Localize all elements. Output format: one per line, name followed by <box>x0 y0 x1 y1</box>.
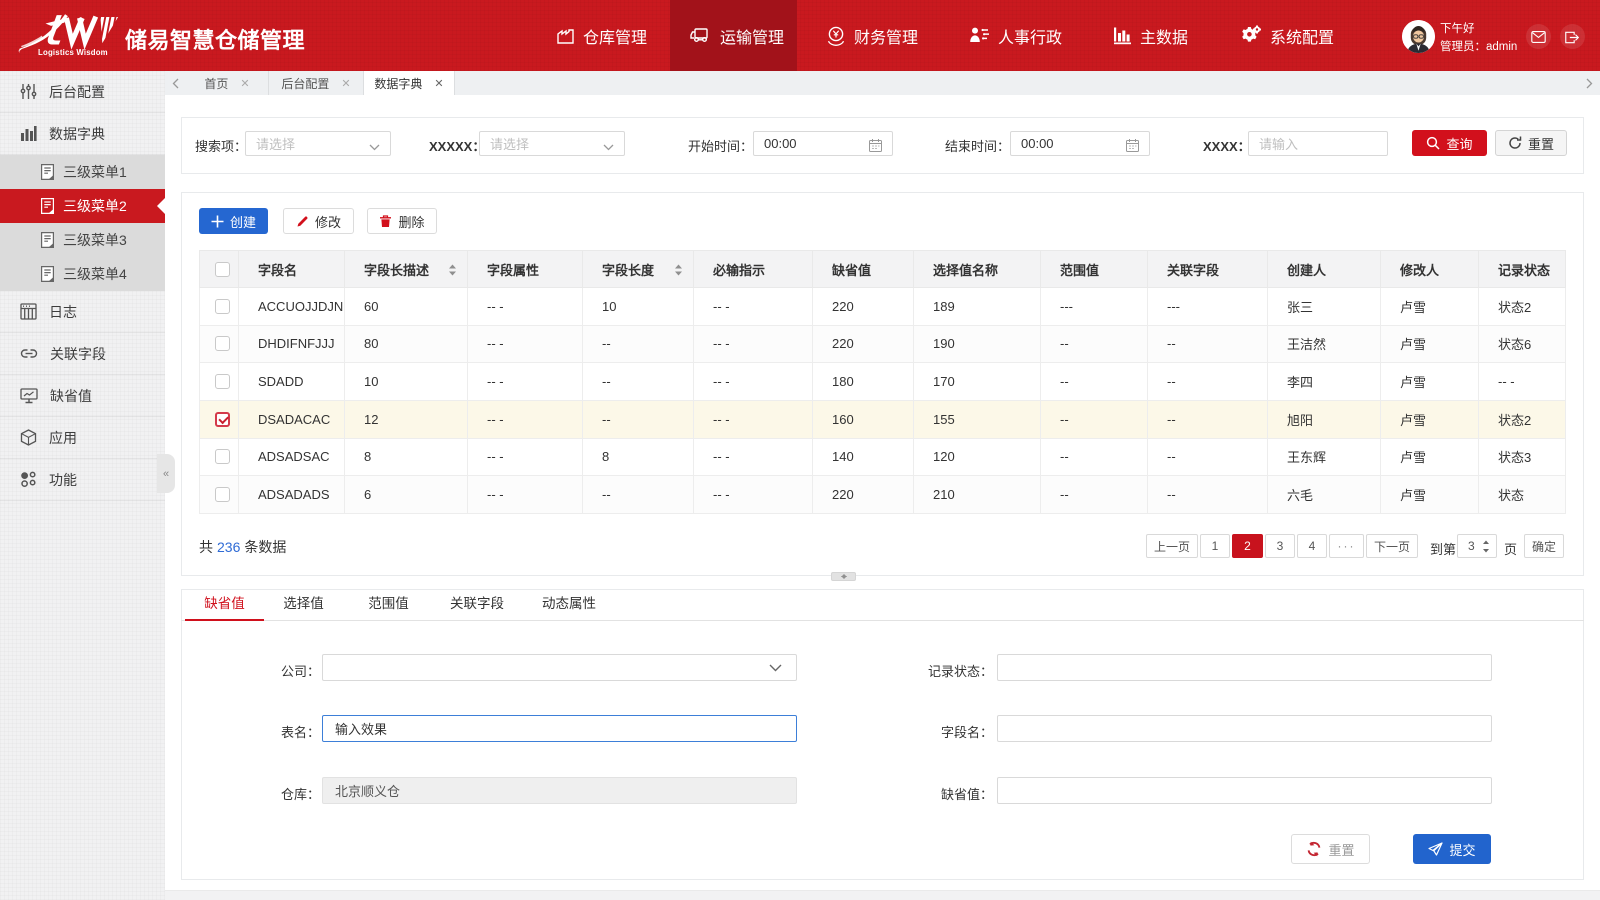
svg-text:Logistics Wisdom: Logistics Wisdom <box>38 48 108 57</box>
